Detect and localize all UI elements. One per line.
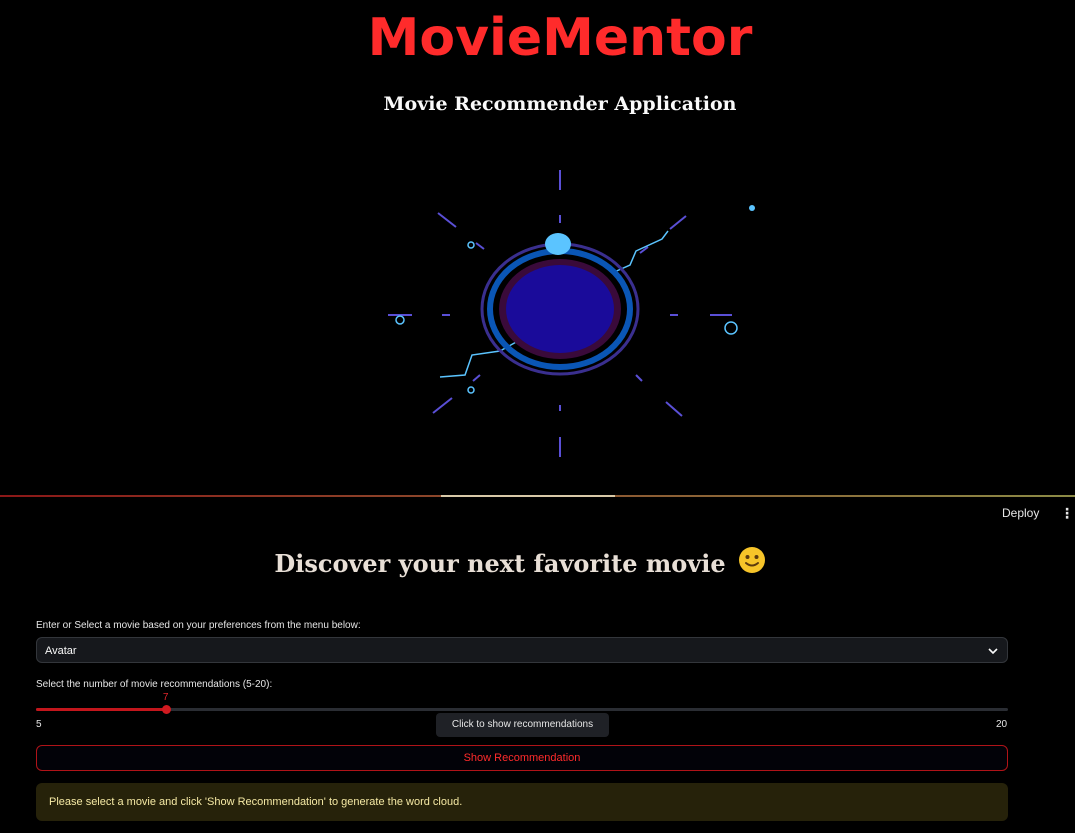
movie-select[interactable]: Avatar (36, 637, 1008, 663)
slider-tooltip: Click to show recommendations (436, 713, 609, 737)
brand-title: MovieMentor (367, 8, 753, 68)
info-alert: Please select a movie and click 'Show Re… (36, 783, 1008, 821)
hero-orb-illustration (388, 170, 755, 457)
main-heading-text: Discover your next favorite movie (274, 549, 726, 578)
recommendation-count-slider[interactable]: 7 (36, 692, 1008, 714)
movie-select-label: Enter or Select a movie based on your pr… (36, 620, 361, 631)
header-decoration-bar (0, 495, 1075, 497)
slider-label: Select the number of movie recommendatio… (36, 679, 273, 690)
chevron-down-icon (988, 648, 998, 655)
slider-fill (36, 708, 166, 711)
slider-value: 7 (162, 692, 169, 703)
slider-thumb[interactable] (161, 705, 171, 714)
kebab-menu-icon[interactable]: ⋮ (1060, 503, 1074, 523)
slider-max-label: 20 (996, 719, 1008, 730)
slightly-smiling-face-icon (738, 546, 766, 585)
movie-select-value: Avatar (45, 645, 77, 657)
slider-min-label: 5 (36, 719, 42, 730)
show-recommendation-button[interactable]: Show Recommendation (36, 745, 1008, 771)
deploy-button[interactable]: Deploy (996, 503, 1045, 523)
main-heading: Discover your next favorite movie (0, 545, 1040, 585)
app-page: MovieMentor Movie Recommender Applicatio… (0, 0, 1075, 833)
page-subtitle: Movie Recommender Application (383, 93, 737, 115)
